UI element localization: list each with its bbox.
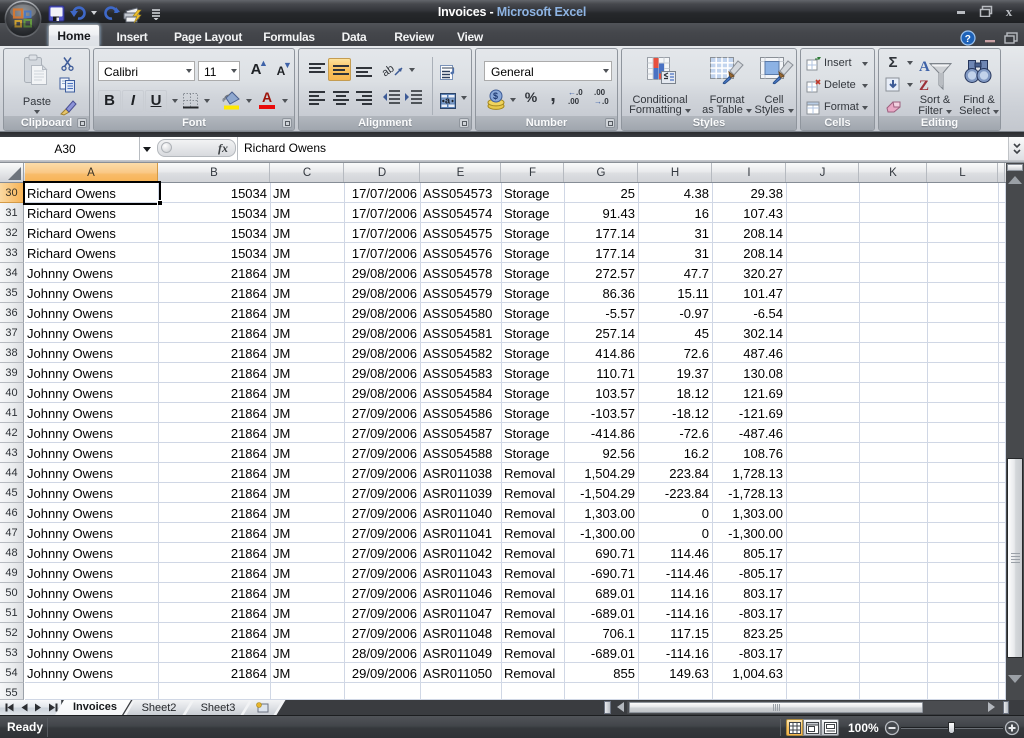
svg-text:ab: ab bbox=[381, 63, 397, 80]
svg-text:Z: Z bbox=[919, 78, 929, 94]
svg-text:A: A bbox=[919, 59, 930, 75]
svg-text:$: $ bbox=[493, 91, 498, 101]
svg-text:?: ? bbox=[965, 34, 971, 45]
